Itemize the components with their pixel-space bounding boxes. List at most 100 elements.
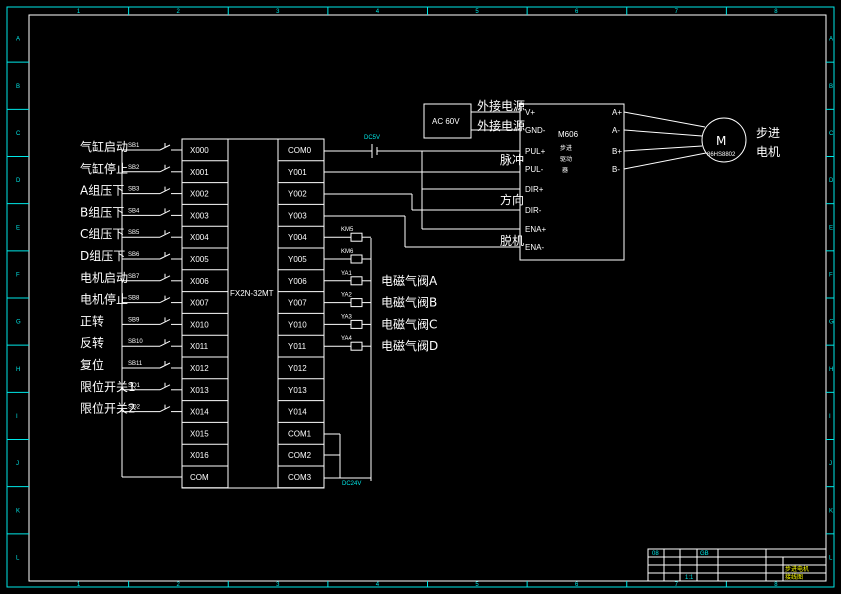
output-load-ya3: YA3 电磁气阀C xyxy=(324,314,437,331)
row-label-right: H xyxy=(829,367,833,373)
row-label-left: H xyxy=(16,367,20,373)
input-device-sb9: SB9 正转 xyxy=(80,313,182,328)
plc-output-y002: Y002 xyxy=(288,190,307,199)
external-power-label-1: 外接电源 xyxy=(477,98,525,113)
load-label: 电磁气阀B xyxy=(381,295,437,310)
plc-input-x006: X006 xyxy=(190,277,209,286)
title-block: 08 GB 1:1 步进电机 接线图 xyxy=(647,548,827,582)
input-label: 气缸启动 xyxy=(80,139,128,154)
external-power-label-2: 外接电源 xyxy=(477,118,525,133)
output-load-km5: KM5 xyxy=(324,227,371,242)
row-label-left: A xyxy=(16,37,20,43)
input-tag: SB1 xyxy=(128,143,140,149)
plc-output-com3: COM3 xyxy=(288,473,312,482)
plc-output-y003: Y003 xyxy=(288,211,307,220)
input-label: 限位开关2 xyxy=(80,401,136,416)
input-label: 限位开关1 xyxy=(80,379,136,394)
input-device-sb10: SB10 反转 xyxy=(80,335,182,350)
input-label: A组压下 xyxy=(80,184,124,198)
driver-right-pins: A+ A- B+ B- xyxy=(612,108,622,174)
input-tag: SB2 xyxy=(128,165,140,171)
driver-text-2: 步进 xyxy=(560,144,572,152)
title-right-2: 接线图 xyxy=(785,573,803,581)
plc-output-y007: Y007 xyxy=(288,299,307,308)
col-label-top: 2 xyxy=(176,9,180,15)
motor-model: 86HS8802 xyxy=(707,152,736,158)
row-label-right: C xyxy=(829,131,834,137)
plc-output-y006: Y006 xyxy=(288,277,307,286)
dc5v-label: DC5V xyxy=(364,135,380,141)
input-tag: SB7 xyxy=(128,274,140,280)
col-label-top: 7 xyxy=(675,9,679,15)
row-label-left: D xyxy=(16,178,21,184)
input-label: 电机启动 xyxy=(80,271,128,285)
output-load-km6: KM6 xyxy=(324,249,371,264)
driver-pin-left: DIR+ xyxy=(525,185,544,194)
row-label-right: A xyxy=(829,37,833,43)
output-load-ya4: YA4 电磁气阀D xyxy=(324,336,438,353)
input-label: 正转 xyxy=(80,313,104,328)
plc-input-x002: X002 xyxy=(190,190,209,199)
input-tag: SB10 xyxy=(128,339,143,345)
plc-input-x012: X012 xyxy=(190,364,209,373)
row-label-right: I xyxy=(829,414,831,420)
load-label: 电磁气阀C xyxy=(381,316,437,331)
input-device-sq1: SQ1限位开关1 xyxy=(80,379,182,394)
driver-text-4: 器 xyxy=(562,167,568,174)
wiring-diagram: 1122334455667788 A AB BC CD DE EF FG GH HI IJ JK KL… xyxy=(6,6,835,588)
row-label-right: E xyxy=(829,225,833,231)
driver-pin-left: V+ xyxy=(525,108,535,117)
plc-output-y013: Y013 xyxy=(288,386,307,395)
plc-output-y005: Y005 xyxy=(288,255,307,264)
plc-input-x010: X010 xyxy=(190,320,209,329)
plc-output-y001: Y001 xyxy=(288,168,307,177)
input-device-sb11: SB11 复位 xyxy=(80,357,182,372)
row-label-right: K xyxy=(829,508,833,514)
plc-input-x016: X016 xyxy=(190,451,209,460)
row-label-left: C xyxy=(16,131,21,137)
plc-model-label: FX2N-32MT xyxy=(230,289,274,298)
input-label: 复位 xyxy=(80,357,104,372)
row-label-right: G xyxy=(829,320,834,326)
title-cell-mid: GB xyxy=(700,551,709,557)
output-loads: KM5 KM6 YA1 电磁气阀A YA2 电磁气阀B YA3 电磁气阀C YA4 电磁气阀D xyxy=(324,227,438,353)
output-load-ya1: YA1 电磁气阀A xyxy=(324,271,438,288)
plc-input-x015: X015 xyxy=(190,429,209,438)
row-label-right: L xyxy=(829,555,833,561)
row-label-left: I xyxy=(16,414,18,420)
driver-pin-right: A+ xyxy=(612,108,622,117)
plc-output-com0: COM0 xyxy=(288,146,312,155)
col-label-top: 3 xyxy=(276,9,280,15)
load-label: 电磁气阀A xyxy=(381,273,438,288)
input-tag: SB6 xyxy=(128,252,140,258)
plc-input-x007: X007 xyxy=(190,299,209,308)
driver-left-pins: V+ GND- PUL+ PUL- DIR+ DIR- ENA+ ENA- xyxy=(525,108,546,252)
input-device-sb1: SB1气缸启动 xyxy=(80,139,182,154)
col-label-top: 6 xyxy=(575,9,579,15)
row-label-right: F xyxy=(829,272,833,278)
row-label-left: F xyxy=(16,272,20,278)
input-tag: SB8 xyxy=(128,296,140,302)
plc-output-terminals: COM0 Y001 Y002 Y003 Y004 Y005 Y006 Y007 Y010 Y011… xyxy=(278,146,324,489)
row-label-right: J xyxy=(829,461,832,467)
input-label: 电机停止 xyxy=(80,292,128,307)
input-device-sb3: SB3 A组压下 xyxy=(80,184,182,198)
plc-input-x001: X001 xyxy=(190,168,209,177)
input-device-sb2: SB2气缸停止 xyxy=(80,161,182,176)
row-label-left: K xyxy=(16,508,20,514)
plc-input-x003: X003 xyxy=(190,211,209,220)
power-supply-label: AC 60V xyxy=(432,117,460,126)
plc-output-y004: Y004 xyxy=(288,233,307,242)
load-tag: YA1 xyxy=(341,271,353,277)
plc-output-y010: Y010 xyxy=(288,320,307,329)
input-label: 反转 xyxy=(80,335,104,350)
input-devices: SB1气缸启动 SB2气缸停止 SB3 A组压下 SB4 B组压下 SB5 C组压下 SB6D组… xyxy=(80,139,182,416)
motor-label-1: 步进 xyxy=(756,126,780,140)
input-tag: SB3 xyxy=(128,187,140,193)
input-tag: SB9 xyxy=(128,317,140,323)
plc-input-com: COM xyxy=(190,473,209,482)
plc-input-x004: X004 xyxy=(190,233,209,242)
row-label-left: G xyxy=(16,320,21,326)
driver-pin-right: A- xyxy=(612,126,620,135)
col-label-top: 5 xyxy=(475,9,479,15)
